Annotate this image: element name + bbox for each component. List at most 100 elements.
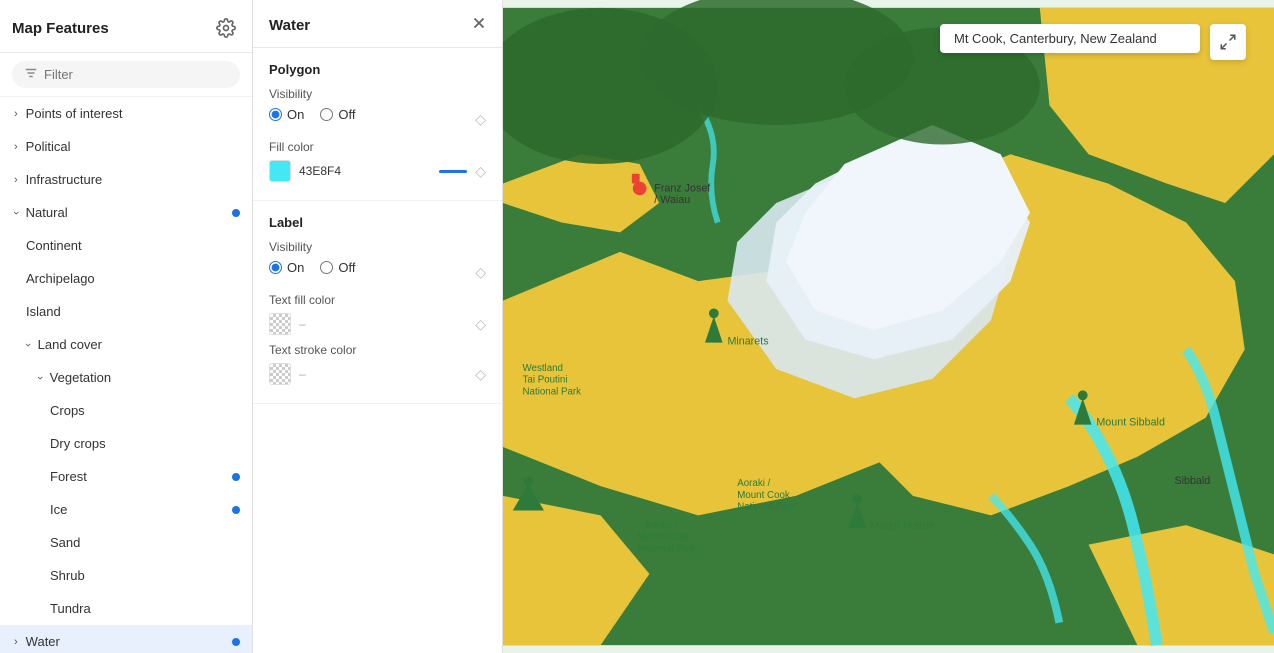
fill-line-indicator xyxy=(439,170,467,173)
svg-text:National Park: National Park xyxy=(523,386,582,397)
chevron-right-icon: › xyxy=(14,174,18,186)
franz-josef-label: Franz Josef xyxy=(654,182,710,194)
close-icon xyxy=(470,14,488,32)
label-visibility-label: Visibility xyxy=(269,240,486,254)
modified-dot xyxy=(232,506,240,514)
sidebar-item-island[interactable]: Island xyxy=(0,295,252,328)
westland-label: Westland xyxy=(523,363,563,374)
polygon-section-title: Polygon xyxy=(269,62,486,77)
polygon-visibility-radio-group: On Off xyxy=(269,107,355,122)
polygon-visibility-label: Visibility xyxy=(269,87,486,101)
label-section-title: Label xyxy=(269,215,486,230)
label-visibility-off-label[interactable]: Off xyxy=(320,260,355,275)
fill-color-swatch-row: 43E8F4 xyxy=(269,160,439,182)
filter-input[interactable] xyxy=(44,67,228,82)
text-stroke-color-value: – xyxy=(299,367,306,381)
sidebar-item-infrastructure[interactable]: › Infrastructure xyxy=(0,163,252,196)
text-fill-color-label: Text fill color xyxy=(269,293,486,307)
map-search-bar[interactable]: Mt Cook, Canterbury, New Zealand xyxy=(940,24,1200,53)
fill-color-hex: 43E8F4 xyxy=(299,164,341,178)
sidebar-item-dry-crops[interactable]: Dry crops xyxy=(0,427,252,460)
polygon-section: Polygon Visibility On Off ◇ Fill color 4… xyxy=(253,48,502,201)
map-svg: WEST COAST WEST COAST CANTERBURY CANTERB… xyxy=(503,0,1274,653)
polygon-visibility-on-radio[interactable] xyxy=(269,108,282,121)
mount-sibbald-label: Mount Sibbald xyxy=(1096,417,1165,429)
text-fill-color-swatch[interactable] xyxy=(269,313,291,335)
fill-color-swatch[interactable] xyxy=(269,160,291,182)
sidebar-item-political[interactable]: › Political xyxy=(0,130,252,163)
map-features-title: Map Features xyxy=(12,20,109,37)
settings-button[interactable] xyxy=(212,14,240,42)
text-fill-color-value: – xyxy=(299,317,306,331)
label-visibility-row: On Off ◇ xyxy=(269,260,486,285)
waiau-label: / Waiau xyxy=(654,194,690,206)
middle-panel: Water Polygon Visibility On Off ◇ F xyxy=(253,0,503,653)
left-header: Map Features xyxy=(0,0,252,53)
sidebar-item-vegetation[interactable]: › Vegetation xyxy=(0,361,252,394)
text-stroke-color-swatch-row: – xyxy=(269,363,475,385)
text-fill-color-row: – ◇ xyxy=(269,313,486,335)
diamond-icon[interactable]: ◇ xyxy=(475,163,486,180)
text-stroke-color-swatch[interactable] xyxy=(269,363,291,385)
nav-list: › Points of interest › Political › Infra… xyxy=(0,97,252,653)
chevron-right-icon: › xyxy=(14,108,18,120)
sibbald-label: Sibbald xyxy=(1174,475,1210,487)
aoraki-label-2: Aoraki / xyxy=(645,520,678,531)
sidebar-item-forest[interactable]: Forest xyxy=(0,460,252,493)
chevron-down-icon: › xyxy=(10,211,22,215)
sidebar-item-land-cover[interactable]: › Land cover xyxy=(0,328,252,361)
close-button[interactable] xyxy=(470,14,488,37)
diamond-icon[interactable]: ◇ xyxy=(475,316,486,333)
diamond-icon[interactable]: ◇ xyxy=(475,264,486,281)
middle-header: Water xyxy=(253,0,502,48)
sidebar-item-sand[interactable]: Sand xyxy=(0,526,252,559)
expand-button[interactable] xyxy=(1210,24,1246,60)
mount-hutton-label: Mount Hutton xyxy=(870,520,934,532)
diamond-icon[interactable]: ◇ xyxy=(475,366,486,383)
svg-text:Mount Cook: Mount Cook xyxy=(737,490,790,501)
text-stroke-color-row: – ◇ xyxy=(269,363,486,385)
sidebar-item-shrub[interactable]: Shrub xyxy=(0,559,252,592)
label-section: Label Visibility On Off ◇ Text fill colo… xyxy=(253,201,502,404)
sidebar-item-archipelago[interactable]: Archipelago xyxy=(0,262,252,295)
map-area[interactable]: WEST COAST WEST COAST CANTERBURY CANTERB… xyxy=(503,0,1274,653)
text-fill-color-swatch-row: – xyxy=(269,313,475,335)
label-visibility-off-radio[interactable] xyxy=(320,261,333,274)
sidebar-item-tundra[interactable]: Tundra xyxy=(0,592,252,625)
fill-color-label: Fill color xyxy=(269,140,486,154)
chevron-down-icon: › xyxy=(34,376,46,380)
fill-color-row: 43E8F4 ◇ xyxy=(269,160,486,182)
sidebar-item-water[interactable]: › Water xyxy=(0,625,252,653)
svg-text:National Park: National Park xyxy=(638,543,697,554)
sidebar-item-natural[interactable]: › Natural xyxy=(0,196,252,229)
modified-dot xyxy=(232,638,240,646)
filter-input-wrap xyxy=(12,61,240,88)
minarets-label: Minarets xyxy=(727,336,768,348)
polygon-visibility-off-radio[interactable] xyxy=(320,108,333,121)
sidebar-item-ice[interactable]: Ice xyxy=(0,493,252,526)
polygon-visibility-off-label[interactable]: Off xyxy=(320,107,355,122)
chevron-right-icon: › xyxy=(14,636,18,648)
water-panel-title: Water xyxy=(269,17,310,34)
map-search-value: Mt Cook, Canterbury, New Zealand xyxy=(954,31,1157,46)
svg-text:National Park: National Park xyxy=(737,501,796,512)
polygon-visibility-row: On Off ◇ xyxy=(269,107,486,132)
polygon-visibility-on-label[interactable]: On xyxy=(269,107,304,122)
label-visibility-on-radio[interactable] xyxy=(269,261,282,274)
sidebar-item-crops[interactable]: Crops xyxy=(0,394,252,427)
chevron-right-icon: › xyxy=(14,141,18,153)
svg-text:Mount Cook: Mount Cook xyxy=(638,532,691,543)
chevron-down-icon: › xyxy=(22,343,34,347)
label-visibility-radio-group: On Off xyxy=(269,260,355,275)
gear-icon xyxy=(216,18,236,38)
modified-dot xyxy=(232,209,240,217)
label-visibility-on-label[interactable]: On xyxy=(269,260,304,275)
sidebar-item-continent[interactable]: Continent xyxy=(0,229,252,262)
svg-text:Tai Poutini: Tai Poutini xyxy=(523,375,568,386)
filter-icon xyxy=(24,66,38,83)
sidebar-item-points-of-interest[interactable]: › Points of interest xyxy=(0,97,252,130)
diamond-icon[interactable]: ◇ xyxy=(475,111,486,128)
modified-dot xyxy=(232,473,240,481)
filter-bar xyxy=(0,53,252,97)
text-stroke-color-label: Text stroke color xyxy=(269,343,486,357)
